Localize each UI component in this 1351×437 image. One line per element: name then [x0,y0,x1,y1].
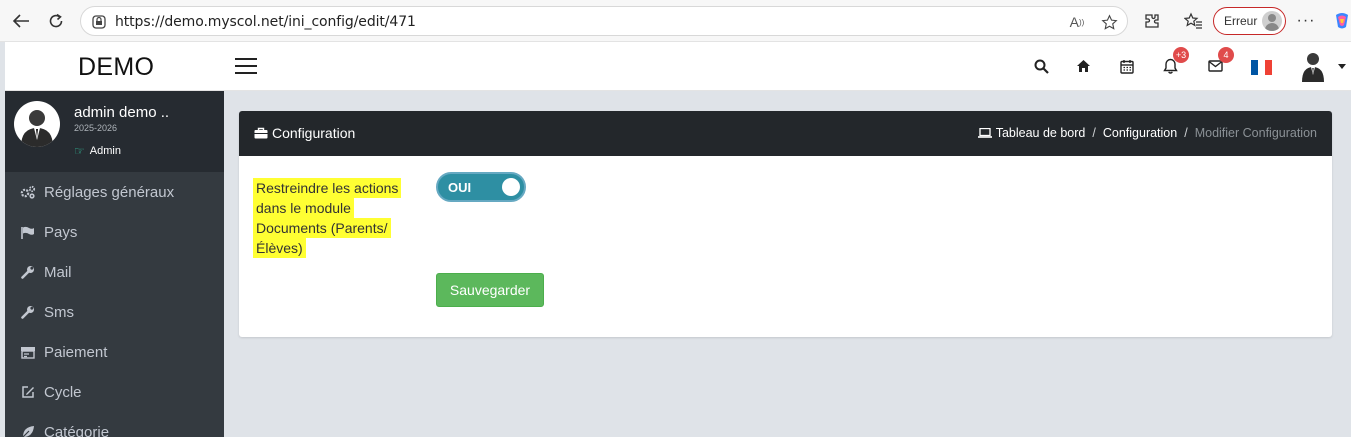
favorites-list-icon[interactable] [1181,9,1205,33]
read-aloud-icon[interactable]: A)) [1068,14,1086,30]
app-header: DEMO +3 4 [5,42,1351,91]
url-text[interactable]: https://demo.myscol.net/ini_config/edit/… [115,14,416,30]
favorite-star-icon[interactable] [1100,13,1118,30]
more-menu-icon[interactable]: ··· [1294,9,1318,33]
sidebar-school-year: 2025-2026 [74,123,118,133]
address-bar[interactable]: https://demo.myscol.net/ini_config/edit/… [80,6,1128,36]
profile-avatar-icon [1262,11,1282,31]
payment-icon [5,346,44,359]
site-info-icon[interactable] [90,14,108,30]
user-panel: admin demo .. 2025-2026 ☞ Admin [5,91,224,172]
laptop-icon [977,128,992,138]
breadcrumb-home[interactable]: Tableau de bord [977,126,1085,140]
flag-icon [5,226,44,239]
home-icon[interactable] [1073,56,1093,76]
sidebar-item-cycle[interactable]: Cycle [5,372,224,412]
field-label: Restreindre les actions dans le module D… [253,178,409,258]
briefcase-icon [254,127,268,139]
messages-badge: 4 [1218,47,1234,63]
reload-button[interactable] [43,8,69,34]
cogs-icon [5,185,44,199]
breadcrumb: Tableau de bord / Configuration / Modifi… [977,126,1317,140]
notifications-bell-icon[interactable]: +3 [1160,47,1189,76]
copilot-icon[interactable] [1330,9,1351,33]
save-button[interactable]: Sauvegarder [436,273,544,307]
toggle-state-label: OUI [448,180,472,195]
restrict-actions-toggle[interactable]: OUI [436,172,526,202]
french-flag-icon[interactable] [1251,60,1272,75]
sidebar-item-categorie[interactable]: Catégorie [5,412,224,437]
back-button[interactable] [8,8,34,34]
reload-icon [49,13,63,28]
brand-logo[interactable]: DEMO [78,53,154,82]
wrench-icon [5,305,44,319]
search-icon[interactable] [1031,56,1051,76]
sidebar: admin demo .. 2025-2026 ☞ Admin Réglages… [5,91,224,437]
menu-toggle-icon[interactable] [235,58,257,75]
configuration-card: Configuration Tableau de bord / Configur… [239,111,1332,337]
sidebar-item-sms[interactable]: Sms [5,292,224,332]
arrow-left-icon [12,14,29,28]
breadcrumb-current: Modifier Configuration [1194,126,1317,140]
user-dropdown-caret-icon[interactable] [1338,64,1346,69]
page-title: Configuration [254,125,355,141]
breadcrumb-section[interactable]: Configuration [1103,126,1177,140]
sidebar-user-name[interactable]: admin demo .. [74,104,169,121]
profile-error-button[interactable]: Erreur [1213,7,1286,35]
toggle-knob [502,178,520,196]
notifications-badge: +3 [1173,47,1189,63]
user-avatar[interactable] [1299,50,1327,82]
messages-envelope-icon[interactable]: 4 [1205,47,1234,76]
breadcrumb-separator: / [1092,126,1096,140]
sidebar-item-paiement[interactable]: Paiement [5,332,224,372]
card-header: Configuration Tableau de bord / Configur… [239,111,1332,156]
extensions-icon[interactable] [1140,9,1164,33]
sidebar-item-pays[interactable]: Pays [5,212,224,252]
breadcrumb-separator: / [1184,126,1188,140]
browser-toolbar: https://demo.myscol.net/ini_config/edit/… [0,0,1351,42]
sidebar-user-role: ☞ Admin [74,144,121,158]
wrench-icon [5,265,44,279]
error-label: Erreur [1224,14,1258,28]
pointing-hand-icon: ☞ [74,144,85,158]
sidebar-item-reglages[interactable]: Réglages généraux [5,172,224,212]
calendar-icon[interactable] [1117,56,1137,76]
leaf-icon [5,425,44,437]
sidebar-item-mail[interactable]: Mail [5,252,224,292]
edit-icon [5,385,44,399]
sidebar-avatar [14,101,60,147]
